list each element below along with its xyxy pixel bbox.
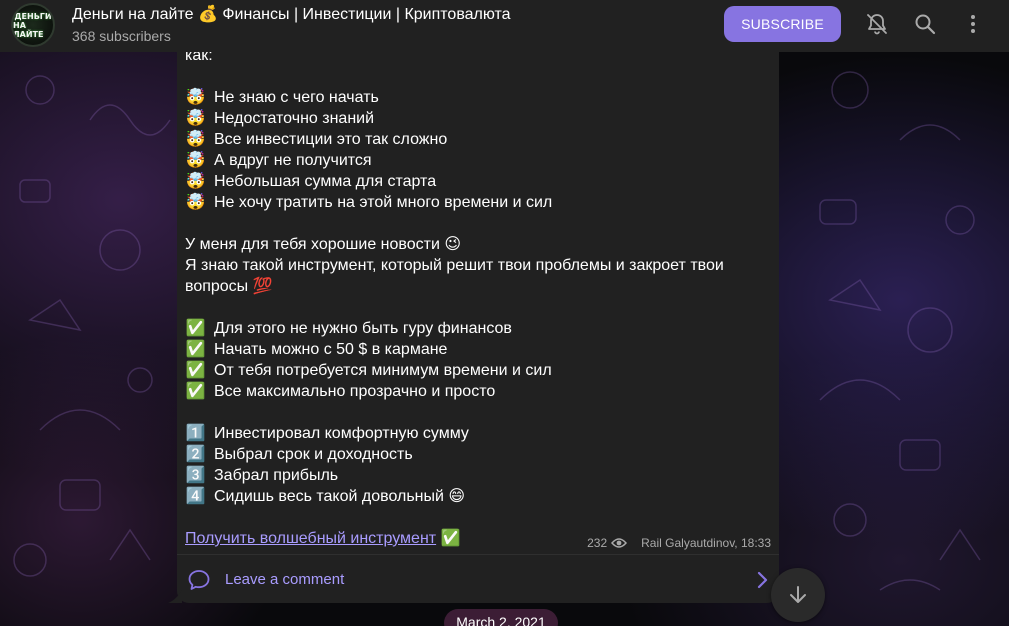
list-item-text: Не хочу тратить на этой много времени и …: [214, 194, 553, 211]
list-item-emoji: ✅: [185, 362, 206, 379]
bell-muted-icon[interactable]: [864, 11, 890, 37]
list-item-text: Недостаточно знаний: [214, 110, 375, 127]
chat-header: ДЕНЬГИ НА ЛАЙТЕ Деньги на лайте 💰 Финанс…: [0, 0, 1009, 52]
author-time: Rail Galyautdinov, 18:33: [641, 536, 771, 550]
list-item: ✅ От тебя потребуется минимум времени и с…: [185, 360, 775, 381]
more-vertical-icon[interactable]: [960, 11, 986, 37]
list-item: 🤯 Не знаю с чего начать: [185, 87, 775, 108]
list-item-text: Небольшая сумма для старта: [214, 173, 437, 190]
subscriber-count: 368 subscribers: [72, 28, 171, 44]
list-item-emoji: ✅: [185, 320, 206, 337]
list-item-emoji: ✅: [185, 383, 206, 400]
list-item-emoji: ✅: [185, 341, 206, 358]
message-line: вопросы 💯: [185, 278, 273, 295]
avatar-line-1: ДЕНЬГИ: [14, 11, 52, 21]
list-item: 🤯 Недостаточно знаний: [185, 108, 775, 129]
list-item: 🤯 Все инвестиции это так сложно: [185, 129, 775, 150]
list-item-emoji: 1️⃣: [185, 425, 206, 442]
list-item-emoji: 3️⃣: [185, 467, 206, 484]
list-item-emoji: 🤯: [185, 89, 206, 106]
list-item: ✅ Все максимально прозрачно и просто: [185, 381, 775, 402]
link-suffix-emoji: ✅: [436, 530, 461, 547]
scroll-down-button[interactable]: [771, 568, 825, 622]
chevron-right-icon: [757, 571, 768, 589]
list-item-text: Для этого не нужно быть гуру финансов: [214, 320, 512, 337]
list-item-text: Все максимально прозрачно и просто: [214, 383, 496, 400]
list-item: 🤯 А вдруг не получится: [185, 150, 775, 171]
message-line: Я знаю такой инструмент, который решит т…: [185, 257, 724, 274]
message-line: У меня для тебя хорошие новости 😉: [185, 236, 461, 253]
channel-info[interactable]: Деньги на лайте 💰 Финансы | Инвестиции |…: [72, 5, 511, 45]
channel-avatar[interactable]: ДЕНЬГИ НА ЛАЙТЕ: [11, 3, 55, 47]
list-item-emoji: 🤯: [185, 110, 206, 127]
comment-label: Leave a comment: [225, 571, 345, 588]
arrow-down-icon: [790, 586, 806, 603]
channel-title: Деньги на лайте 💰 Финансы | Инвестиции |…: [72, 6, 511, 23]
search-icon[interactable]: [912, 11, 938, 37]
list-item-text: Забрал прибыль: [214, 467, 339, 484]
comment-icon: [188, 570, 210, 590]
list-item: 4️⃣ Сидишь весь такой довольный 😄: [185, 486, 775, 507]
list-item-text: Сидишь весь такой довольный 😄: [214, 488, 466, 505]
avatar-line-2: НА ЛАЙТЕ: [13, 20, 44, 39]
list-item: 2️⃣ Выбрал срок и доходность: [185, 444, 775, 465]
list-item: ✅ Для этого не нужно быть гуру финансов: [185, 318, 775, 339]
list-item-text: Инвестировал комфортную сумму: [214, 425, 469, 442]
list-item-emoji: 2️⃣: [185, 446, 206, 463]
message-meta: 232 Rail Galyautdinov, 18:33: [587, 536, 771, 550]
eye-icon: [611, 538, 628, 548]
list-item: 3️⃣ Забрал прибыль: [185, 465, 775, 486]
list-item-text: Выбрал срок и доходность: [214, 446, 413, 463]
date-separator: March 2, 2021: [444, 609, 558, 626]
list-item-emoji: 4️⃣: [185, 488, 206, 505]
subscribe-button[interactable]: SUBSCRIBE: [724, 6, 841, 42]
views-count: 232: [587, 536, 608, 550]
list-item-text: Не знаю с чего начать: [214, 89, 379, 106]
message-text: как: 🤯 Не знаю с чего начать 🤯 Недостаточно …: [185, 45, 775, 549]
list-item: ✅ Начать можно с 50 $ в кармане: [185, 339, 775, 360]
list-item-text: Все инвестиции это так сложно: [214, 131, 448, 148]
list-item-emoji: 🤯: [185, 194, 206, 211]
list-item-emoji: 🤯: [185, 152, 206, 169]
magic-tool-link[interactable]: Получить волшебный инструмент: [185, 530, 436, 547]
leave-comment-button[interactable]: Leave a comment: [177, 554, 779, 603]
list-item-emoji: 🤯: [185, 131, 206, 148]
list-item-emoji: 🤯: [185, 173, 206, 190]
list-item-text: От тебя потребуется минимум времени и си…: [214, 362, 552, 379]
list-item: 1️⃣ Инвестировал комфортную сумму: [185, 423, 775, 444]
list-item: 🤯 Небольшая сумма для старта: [185, 171, 775, 192]
list-item-text: А вдруг не получится: [214, 152, 372, 169]
list-item-text: Начать можно с 50 $ в кармане: [214, 341, 448, 358]
list-item: 🤯 Не хочу тратить на этой много времени и…: [185, 192, 775, 213]
